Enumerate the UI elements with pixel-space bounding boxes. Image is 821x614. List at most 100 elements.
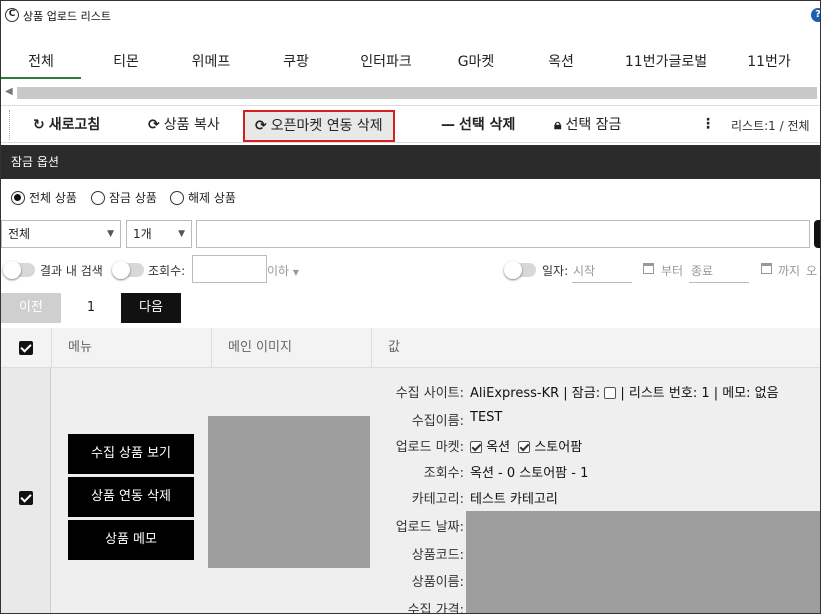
radio-all-products[interactable]: 전체 상품 — [11, 189, 77, 206]
tab-11st-global[interactable]: 11번가글로벌 — [616, 45, 716, 79]
lock-label: | 잠금: — [563, 386, 601, 401]
date-label: 일자: — [542, 264, 569, 278]
sync-icon: ⟳ — [148, 117, 160, 133]
prev-page-button[interactable]: 이전 — [1, 293, 61, 323]
filter-row: 전체 ▼ 1개 ▼ — [1, 220, 820, 250]
delete-selected-label: 선택 삭제 — [459, 117, 516, 133]
upload-date-label: 업로드 날짜: — [395, 520, 464, 535]
toolbar: ↻ 새로고침 ⟳ 상품 복사 ⟳ 오픈마켓 연동 삭제 — 선택 삭제 🔒︎ 선택 잠금 … — [1, 105, 820, 143]
window-title: 상품 업로드 리스트 — [23, 10, 111, 23]
category-label: 카테고리: — [411, 492, 464, 507]
copy-product-label: 상품 복사 — [163, 117, 220, 133]
refresh-icon: ↻ — [33, 117, 45, 133]
lock-options-header[interactable]: 잠금 옵션 — [1, 145, 820, 179]
search-input[interactable] — [196, 220, 810, 248]
truncated-text: 오 — [806, 264, 818, 278]
views-condition-value: 이하 — [267, 264, 290, 278]
category-select-value: 전체 — [8, 227, 31, 241]
help-icon[interactable]: ? — [811, 8, 820, 22]
radio-locked-products[interactable]: 잠금 상품 — [91, 189, 157, 206]
tab-tmon[interactable]: 티몬 — [101, 45, 151, 79]
views-label: 조회수: — [148, 264, 186, 278]
upload-markets: 옥션 스토어팜 — [470, 436, 582, 455]
views-count-label: 조회수: — [423, 466, 464, 481]
count-select-value: 1개 — [133, 227, 152, 241]
tab-11st[interactable]: 11번가 — [739, 45, 799, 79]
header-value: 값 — [371, 328, 820, 368]
copy-product-button[interactable]: ⟳ 상품 복사 — [148, 110, 220, 140]
header-main-image: 메인 이미지 — [211, 328, 371, 368]
tab-wemakeprice[interactable]: 위메프 — [181, 45, 241, 79]
market-storefarm: 스토어팜 — [534, 440, 583, 455]
table-header: 메뉴 메인 이미지 값 — [1, 328, 820, 368]
table-row: 수집 상품 보기 상품 연동 삭제 상품 메모 수집 사이트: AliExpre… — [1, 368, 820, 614]
sync-icon: ⟳ — [255, 118, 267, 134]
radio-label: 전체 상품 — [29, 191, 77, 205]
views-toggle[interactable] — [112, 261, 144, 279]
collect-site-label: 수집 사이트: — [395, 386, 464, 401]
product-code-label: 상품코드: — [411, 548, 464, 563]
search-in-results-toggle[interactable] — [3, 261, 35, 279]
category-value: 테스트 카테고리 — [470, 492, 558, 507]
date-toggle[interactable] — [504, 261, 536, 279]
calendar-icon[interactable] — [761, 263, 772, 274]
radio-label: 잠금 상품 — [109, 191, 157, 205]
count-select[interactable]: 1개 ▼ — [126, 220, 192, 248]
upload-market-label: 업로드 마켓: — [395, 440, 464, 455]
auction-checkbox[interactable] — [470, 441, 482, 453]
header-menu: 메뉴 — [51, 328, 211, 368]
views-count-value: 옥션 - 0 스토어팜 - 1 — [470, 466, 589, 481]
redacted-values — [466, 511, 820, 613]
tab-scrollbar[interactable]: ◀ — [1, 83, 820, 103]
collect-price-label: 수집 가격: — [407, 603, 464, 614]
views-condition-select[interactable]: 이하 ▼ — [267, 262, 299, 279]
scrollbar-thumb[interactable] — [17, 87, 817, 99]
until-label: 까지 — [778, 264, 801, 278]
product-name-label: 상품이름: — [411, 575, 464, 590]
calendar-icon[interactable] — [643, 263, 654, 274]
tab-auction[interactable]: 옥션 — [541, 45, 581, 79]
from-label: 부터 — [661, 264, 684, 278]
scroll-left-icon[interactable]: ◀ — [5, 86, 13, 97]
radio-indicator — [11, 191, 25, 205]
app-logo-icon: C — [5, 8, 19, 22]
next-page-button[interactable]: 다음 — [121, 293, 181, 323]
search-button[interactable] — [814, 220, 820, 248]
market-auction: 옥션 — [486, 440, 511, 455]
pagination: 이전 1 다음 — [1, 293, 820, 323]
list-number-memo: | 리스트 번호: 1 | 메모: 없음 — [620, 386, 779, 401]
search-in-results-label: 결과 내 검색 — [40, 264, 103, 278]
storefarm-checkbox[interactable] — [518, 441, 531, 453]
openmarket-unlink-delete-label: 오픈마켓 연동 삭제 — [270, 118, 383, 134]
radio-unlocked-products[interactable]: 해제 상품 — [170, 189, 236, 206]
tab-interpark[interactable]: 인터파크 — [351, 45, 421, 79]
more-options-icon[interactable]: ⋮ — [701, 116, 715, 132]
select-all-checkbox[interactable] — [19, 341, 33, 355]
collect-site-info: AliExpress-KR | 잠금: | 리스트 번호: 1 | 메모: 없음 — [470, 382, 779, 401]
minus-icon: — — [441, 117, 455, 133]
chevron-down-icon: ▼ — [178, 229, 185, 239]
lock-checkbox[interactable] — [604, 387, 617, 399]
radio-indicator — [91, 191, 105, 205]
tab-all[interactable]: 전체 — [1, 45, 81, 79]
lock-selected-label: 선택 잠금 — [565, 117, 622, 133]
lock-selected-button[interactable]: 🔒︎ 선택 잠금 — [554, 110, 621, 140]
refresh-button[interactable]: ↻ 새로고침 — [33, 110, 100, 140]
title-bar: C 상품 업로드 리스트 ? — [1, 1, 820, 31]
collect-name-label: 수집이름: — [411, 414, 464, 429]
search-options-row: 결과 내 검색 조회수: 이하 ▼ 일자: 시작 부터 종료 까지 오 — [1, 255, 820, 285]
lock-icon: 🔒︎ — [554, 117, 562, 133]
tab-coupang[interactable]: 쿠팡 — [276, 45, 316, 79]
chevron-down-icon: ▼ — [107, 229, 114, 239]
chevron-down-icon: ▼ — [292, 268, 300, 277]
collect-name-value: TEST — [470, 410, 503, 425]
openmarket-unlink-delete-button[interactable]: ⟳ 오픈마켓 연동 삭제 — [243, 110, 395, 142]
current-page: 1 — [86, 300, 96, 315]
delete-selected-button[interactable]: — 선택 삭제 — [441, 110, 515, 140]
tab-gmarket[interactable]: G마켓 — [451, 45, 501, 79]
refresh-label: 새로고침 — [48, 117, 101, 133]
views-input[interactable] — [192, 255, 267, 283]
app-window: C 상품 업로드 리스트 ? 전체 티몬 위메프 쿠팡 인터파크 G마켓 옥션 … — [0, 0, 821, 614]
category-select[interactable]: 전체 ▼ — [1, 220, 121, 248]
toolbar-grip — [9, 110, 10, 140]
